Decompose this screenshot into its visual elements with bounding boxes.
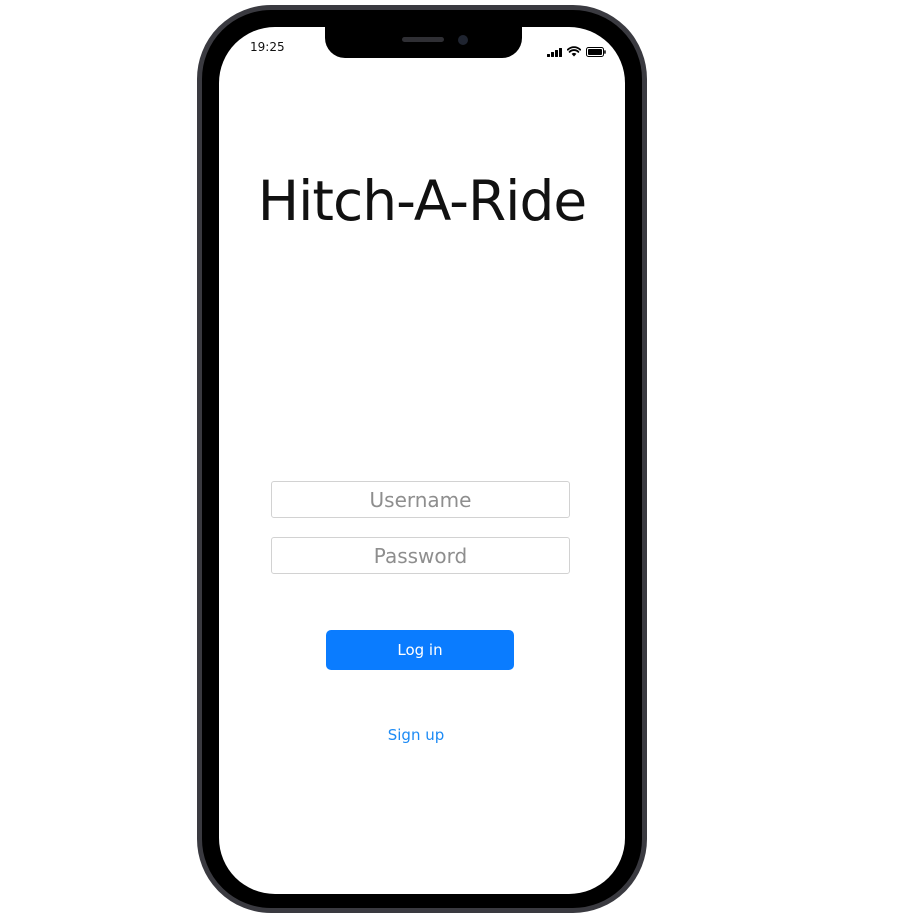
password-input[interactable]: [271, 537, 570, 574]
login-button[interactable]: Log in: [326, 630, 514, 670]
signup-link[interactable]: Sign up: [366, 726, 466, 744]
phone-screen: [219, 27, 625, 894]
front-camera: [458, 35, 468, 45]
status-time: 19:25: [250, 40, 285, 54]
notch: [325, 27, 522, 58]
username-input[interactable]: [271, 481, 570, 518]
app-title: Hitch-A-Ride: [257, 169, 587, 233]
canvas: 19:25 Hitch-A-Ride Log in Sign up: [0, 0, 915, 915]
speaker-grille: [402, 37, 444, 42]
signal-icon: [547, 47, 562, 57]
battery-icon: [586, 47, 606, 57]
status-icons: [547, 43, 606, 57]
wifi-icon: [567, 46, 581, 57]
